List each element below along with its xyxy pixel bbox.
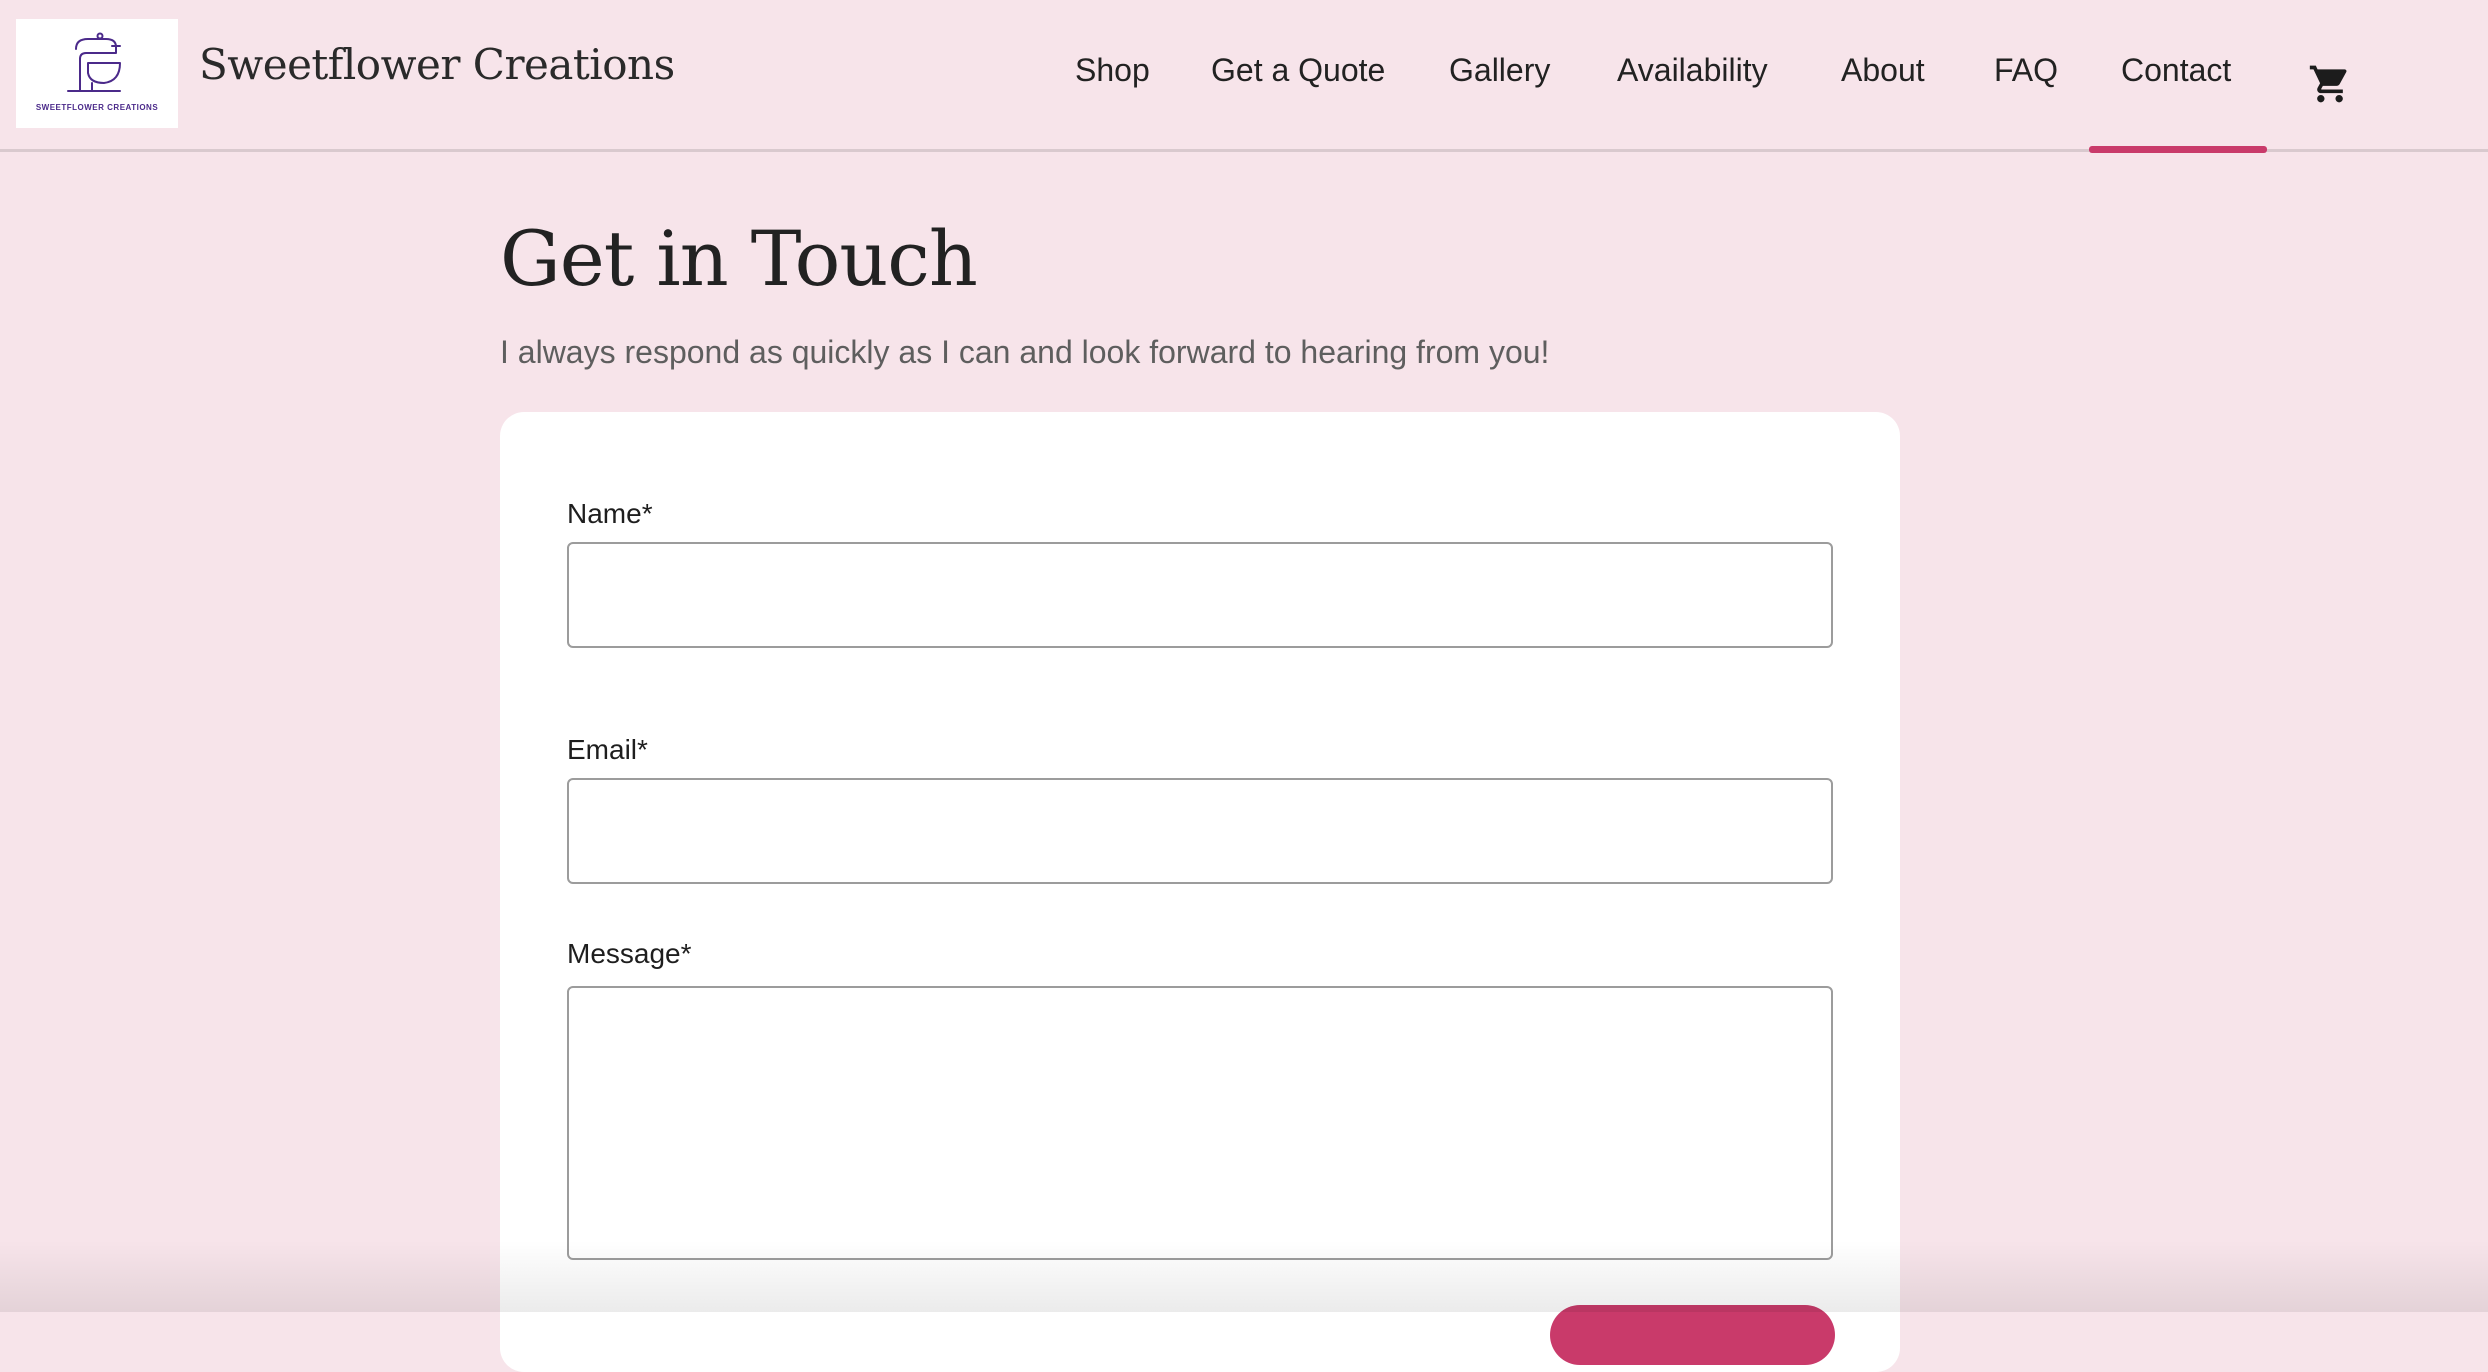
message-field[interactable] — [567, 986, 1833, 1260]
contact-form-card: Name* Email* Message* — [500, 412, 1900, 1372]
nav-item-about[interactable]: About — [1841, 52, 1925, 89]
nav-item-faq[interactable]: FAQ — [1994, 52, 2058, 89]
nav-item-get-a-quote[interactable]: Get a Quote — [1211, 52, 1385, 89]
email-field[interactable] — [567, 778, 1833, 884]
nav-item-shop[interactable]: Shop — [1075, 52, 1150, 89]
nav-item-availability[interactable]: Availability — [1617, 52, 1768, 89]
submit-button[interactable] — [1550, 1305, 1835, 1365]
page-title: Get in Touch — [500, 214, 978, 303]
page-subtitle: I always respond as quickly as I can and… — [500, 334, 1550, 370]
name-label: Name* — [567, 498, 653, 529]
site-logo[interactable]: SWEETFLOWER CREATIONS — [16, 19, 178, 128]
stand-mixer-icon — [67, 32, 121, 92]
email-label: Email* — [567, 734, 648, 765]
site-header: SWEETFLOWER CREATIONS Sweetflower Creati… — [0, 0, 2488, 153]
nav-item-gallery[interactable]: Gallery — [1449, 52, 1550, 89]
brand-name[interactable]: Sweetflower Creations — [199, 40, 675, 89]
message-label: Message* — [567, 938, 692, 969]
nav-item-contact[interactable]: Contact — [2121, 52, 2231, 89]
logo-text: SWEETFLOWER CREATIONS — [35, 103, 159, 112]
nav-active-indicator — [2089, 146, 2267, 153]
shopping-cart-icon[interactable] — [2308, 62, 2352, 106]
name-field[interactable] — [567, 542, 1833, 648]
